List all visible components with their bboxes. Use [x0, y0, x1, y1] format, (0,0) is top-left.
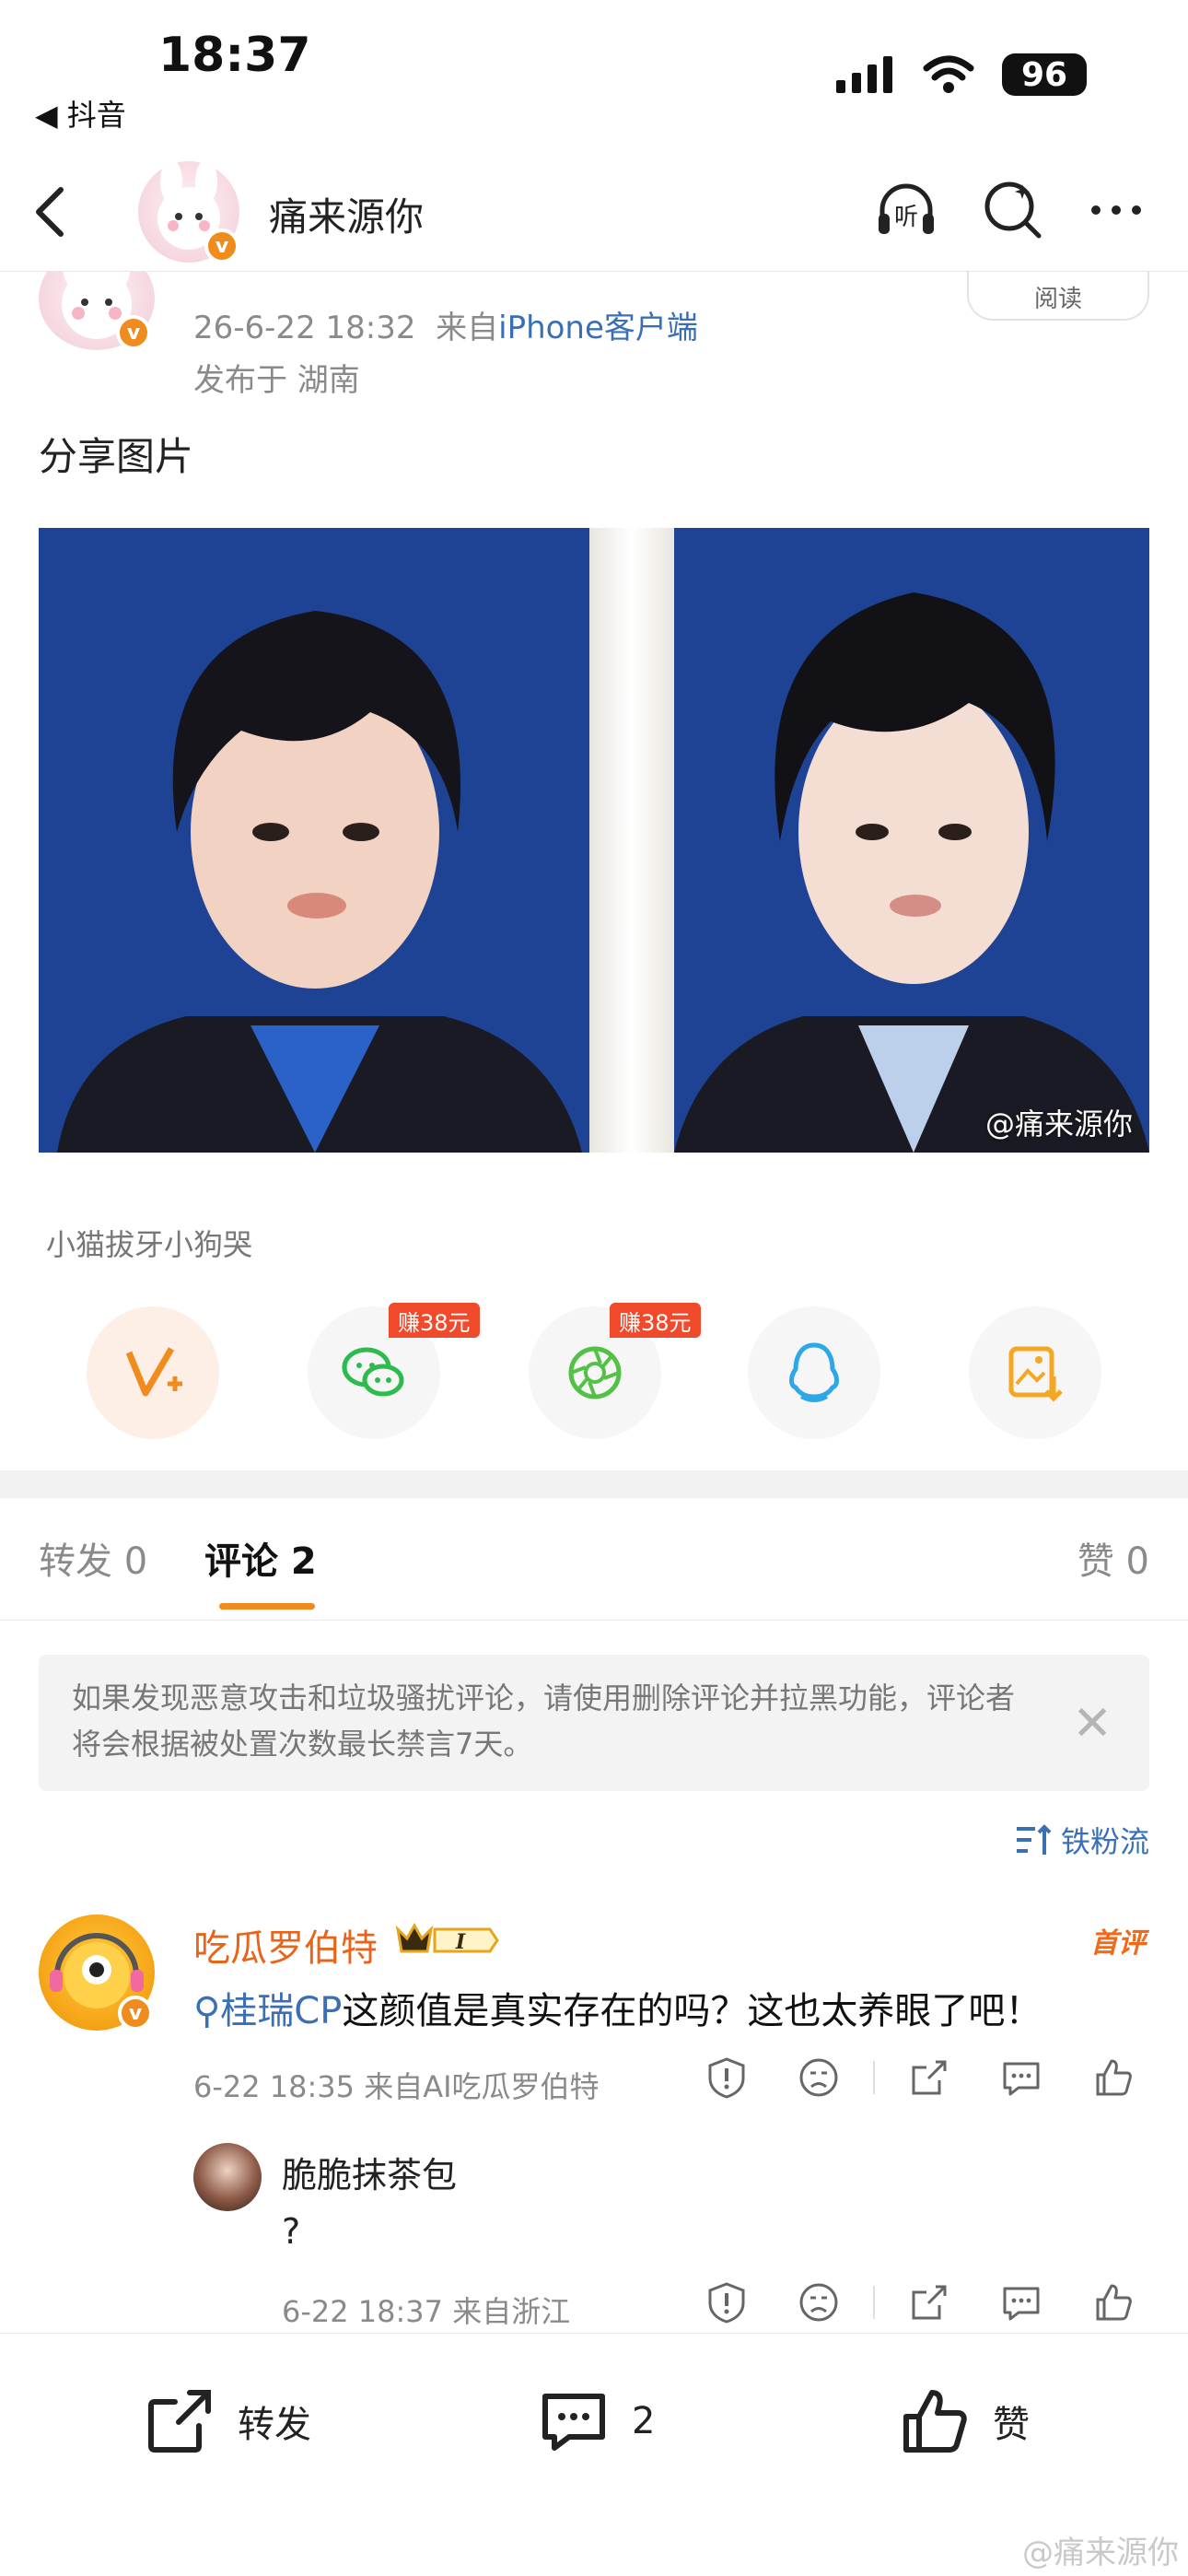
top-nav: v 痛来源你 听 — [0, 147, 1188, 272]
share-icon[interactable] — [908, 2281, 950, 2324]
comment-icon — [542, 2394, 605, 2451]
close-icon[interactable]: ✕ — [1072, 1700, 1112, 1748]
reply-avatar[interactable] — [193, 2143, 262, 2211]
reply-name[interactable]: 脆脆抹茶包 — [282, 2147, 457, 2197]
search-icon: ⚲ — [193, 1990, 221, 2032]
repost-icon — [148, 2390, 211, 2453]
comment-actions — [705, 2056, 1135, 2099]
signal-icon — [836, 56, 892, 93]
post-meta: 26-6-22 18:32 来自iPhone客户端 — [193, 302, 698, 347]
save-image-button[interactable] — [969, 1306, 1101, 1439]
section-separator — [0, 1470, 1188, 1498]
report-icon[interactable] — [705, 2056, 748, 2099]
save-image-icon — [1008, 1346, 1063, 1402]
report-icon[interactable] — [705, 2281, 748, 2324]
topic-label: 桂瑞CP — [220, 1990, 343, 2032]
moments-icon — [568, 1346, 622, 1399]
image-watermark: @痛来源你 — [984, 1107, 1133, 1142]
fan-level-badge-icon: I — [395, 1922, 499, 1954]
verified-badge-icon: v — [204, 228, 239, 263]
comment-icon[interactable] — [1000, 2281, 1042, 2324]
earn-badge: 赚38元 — [389, 1303, 480, 1338]
bottom-action-bar: 转发 2 赞 @痛来源你 — [0, 2333, 1188, 2576]
like-icon[interactable] — [1092, 2281, 1135, 2324]
reply-text: ? — [282, 2211, 301, 2252]
first-comment-tag: 首评 — [1090, 1927, 1146, 1960]
post-source-prefix: 来自 — [436, 310, 499, 346]
status-icons: 96 — [836, 53, 1087, 96]
nav-title[interactable]: 痛来源你 — [269, 186, 424, 242]
wifi-icon — [923, 55, 974, 93]
comment-meta: 6-22 18:35 来自AI吃瓜罗伯特 — [193, 2069, 600, 2104]
tab-comments[interactable]: 评论 2 — [204, 1531, 317, 1585]
action-divider — [873, 2286, 875, 2319]
sort-label: 铁粉流 — [1060, 1824, 1149, 1859]
comments-count: 2 — [632, 2400, 656, 2442]
sort-toggle[interactable]: 铁粉流 — [1015, 1819, 1149, 1861]
like-icon[interactable] — [1092, 2056, 1135, 2099]
post-tagline[interactable]: 小猫拔牙小狗哭 — [46, 1222, 252, 1264]
comment-notice: 如果发现恶意攻击和垃圾骚扰评论，请使用删除评论并拉黑功能，评论者将会根据被处置次… — [39, 1655, 1149, 1791]
svg-text:听: 听 — [894, 204, 918, 231]
share-qq-button[interactable] — [748, 1306, 880, 1439]
comment-body: 这颜值是真实存在的吗？这也太养眼了吧！ — [342, 1990, 1042, 2032]
share-icon[interactable] — [908, 2056, 950, 2099]
active-tab-indicator — [219, 1603, 315, 1610]
verified-badge-icon: v — [118, 1996, 153, 2031]
more-icon[interactable] — [1083, 177, 1149, 243]
reply-meta: 6-22 18:37 来自浙江 — [282, 2294, 571, 2329]
photo-divider — [589, 528, 674, 1153]
back-to-app-link[interactable]: ◀ 抖音 — [35, 92, 126, 135]
page-watermark: @痛来源你 — [1022, 2535, 1179, 2571]
share-vplus-button[interactable] — [87, 1306, 219, 1439]
dislike-face-icon[interactable] — [798, 2281, 840, 2324]
post-location: 发布于 湖南 — [193, 362, 360, 399]
sort-icon — [1016, 1824, 1052, 1855]
notice-text: 如果发现恶意攻击和垃圾骚扰评论，请使用删除评论并拉黑功能，评论者将会根据被处置次… — [72, 1680, 1016, 1762]
like-label: 赞 — [993, 2404, 1030, 2446]
listen-icon[interactable]: 听 — [873, 177, 939, 243]
commenter-avatar[interactable]: v — [39, 1914, 155, 2031]
commenter-name[interactable]: 吃瓜罗伯特 — [193, 1918, 378, 1972]
search-icon[interactable] — [980, 177, 1046, 243]
portrait-photo-right — [674, 528, 1149, 1153]
fan-level-text: I — [455, 1930, 466, 1954]
like-icon — [903, 2390, 967, 2453]
status-time: 18:37 — [158, 28, 311, 83]
like-button[interactable]: 赞 — [899, 2385, 1030, 2457]
post-time: 26-6-22 18:32 — [193, 310, 416, 346]
qq-icon — [789, 1342, 839, 1402]
repost-button[interactable]: 转发 — [144, 2385, 311, 2457]
post-source[interactable]: iPhone客户端 — [498, 310, 698, 346]
comment-text: ⚲桂瑞CP这颜值是真实存在的吗？这也太养眼了吧！ — [193, 1981, 1042, 2034]
wechat-icon — [342, 1347, 404, 1397]
topic-link[interactable]: ⚲桂瑞CP — [193, 1990, 342, 2032]
tabs-divider — [0, 1620, 1188, 1621]
action-divider — [873, 2061, 875, 2094]
dislike-face-icon[interactable] — [798, 2056, 840, 2099]
comments-button[interactable]: 2 — [538, 2385, 655, 2457]
read-count-label: 阅读 — [1033, 286, 1082, 313]
comment-icon[interactable] — [1000, 2056, 1042, 2099]
reply-actions — [705, 2281, 1135, 2324]
post-text: 分享图片 — [39, 434, 194, 479]
tab-repost[interactable]: 转发 0 — [39, 1531, 147, 1585]
repost-label: 转发 — [238, 2404, 311, 2446]
post-image[interactable]: @痛来源你 — [39, 528, 1149, 1153]
verified-badge-icon: v — [116, 315, 151, 350]
vplus-icon — [125, 1347, 182, 1397]
earn-badge: 赚38元 — [610, 1303, 701, 1338]
tab-likes[interactable]: 赞 0 — [1077, 1531, 1149, 1585]
battery-indicator: 96 — [1002, 53, 1087, 96]
back-arrow-icon[interactable] — [28, 184, 74, 240]
